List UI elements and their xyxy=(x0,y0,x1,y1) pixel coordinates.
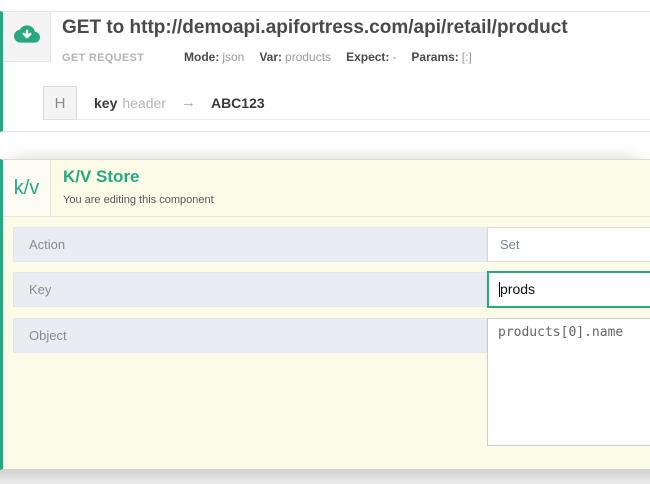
kv-row-key: Key prods xyxy=(13,272,650,308)
header-row-content[interactable]: key header → ABC123 xyxy=(77,86,650,120)
panel-bottom-shadow xyxy=(0,470,650,484)
meta-list: Mode:json Var:products Expect:- Params:[… xyxy=(184,50,472,64)
kv-form: Action Set Key prods Object products[0].… xyxy=(13,217,650,446)
meta-mode: Mode:json xyxy=(184,50,244,64)
header-value: ABC123 xyxy=(211,95,265,111)
key-input-value: prods xyxy=(500,281,535,297)
get-request-title: GET to http://demoapi.apifortress.com/ap… xyxy=(62,17,642,39)
key-label: Key xyxy=(13,272,487,307)
cloud-download-icon xyxy=(12,21,42,52)
key-input[interactable]: prods xyxy=(487,271,650,308)
meta-expect: Expect:- xyxy=(346,50,396,64)
action-select[interactable]: Set xyxy=(487,227,650,262)
arrow-right-icon: → xyxy=(181,94,196,111)
header-badge: H xyxy=(43,86,77,120)
kv-icon: k/v xyxy=(3,160,51,216)
meta-params: Params:[:] xyxy=(411,50,471,64)
object-label: Object xyxy=(13,318,487,353)
component-type-label: GET REQUEST xyxy=(62,52,184,64)
object-textarea[interactable]: products[0].name xyxy=(487,318,650,446)
header-type-label: header xyxy=(122,95,166,111)
component-icon-cell xyxy=(3,12,51,62)
kv-row-action: Action Set xyxy=(13,227,650,262)
kv-row-object: Object products[0].name xyxy=(13,318,650,446)
kv-store-component: k/v K/V Store You are editing this compo… xyxy=(0,159,650,470)
kv-store-title: K/V Store xyxy=(63,167,140,187)
meta-var: Var:products xyxy=(259,50,331,64)
get-request-meta-row: GET REQUEST Mode:json Var:products Expec… xyxy=(62,50,650,64)
action-label: Action xyxy=(13,227,487,262)
kv-editing-status: You are editing this component xyxy=(63,194,214,206)
request-header-row[interactable]: H key header → ABC123 xyxy=(43,86,650,120)
header-key: key xyxy=(94,95,117,111)
kv-store-header: k/v K/V Store You are editing this compo… xyxy=(3,160,650,217)
get-request-component[interactable]: GET to http://demoapi.apifortress.com/ap… xyxy=(0,11,650,132)
